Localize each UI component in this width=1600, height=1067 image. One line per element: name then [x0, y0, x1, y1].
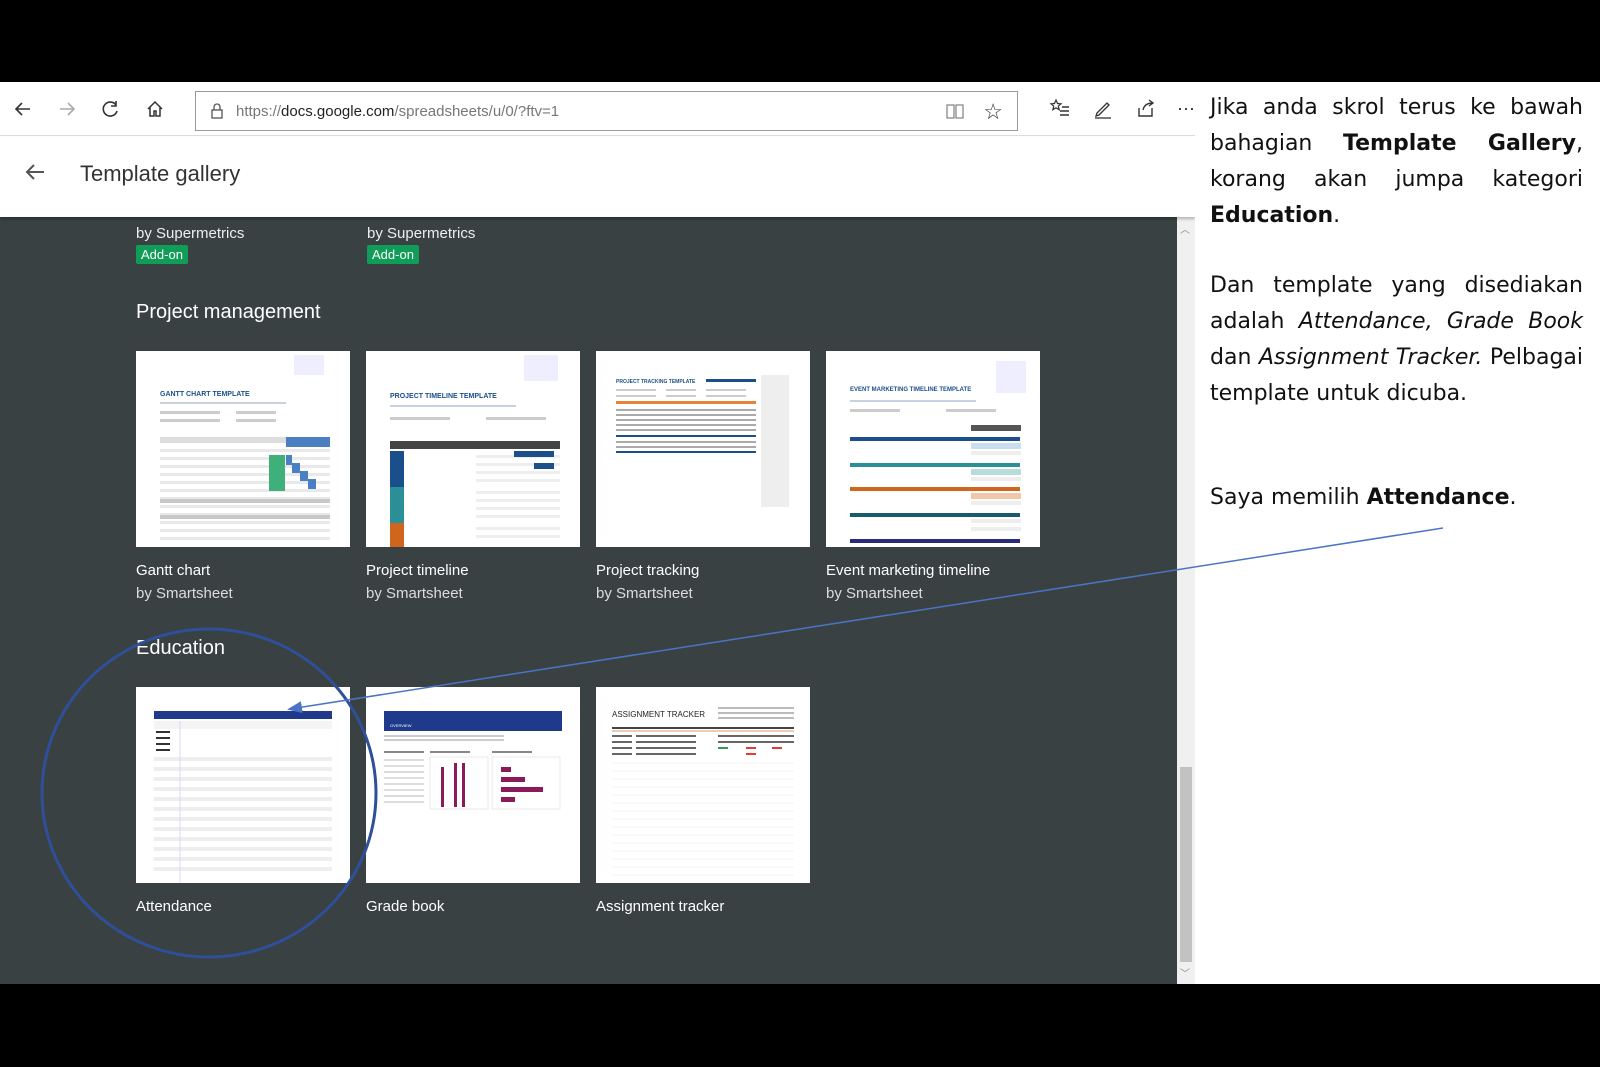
template-card-project-tracking[interactable]: PROJECT TRACKING TEMPLATE — [596, 351, 810, 547]
section-title-project-management: Project management — [136, 301, 321, 323]
explanation-panel: Jika anda skrol terus ke bawah bahagian … — [1195, 82, 1600, 984]
more-icon[interactable]: ⋯ — [1176, 94, 1195, 124]
scroll-up-icon[interactable]: ︿ — [1180, 221, 1190, 236]
event-marketing-thumbnail: EVENT MARKETING TIMELINE TEMPLATE — [850, 361, 1026, 543]
card-author: by Smartsheet — [826, 585, 923, 602]
card-author: by Smartsheet — [136, 585, 233, 602]
thumb-title: PROJECT TIMELINE TEMPLATE — [390, 393, 497, 400]
gantt-thumbnail: GANTT CHART TEMPLATE — [160, 355, 330, 540]
explanation-paragraph-3: Saya memilih Attendance. — [1210, 485, 1517, 510]
share-icon[interactable] — [1131, 94, 1161, 124]
lock-icon — [210, 102, 224, 125]
page-title: Template gallery — [80, 161, 241, 186]
card-name[interactable]: Attendance — [136, 898, 212, 915]
attendance-thumbnail — [154, 711, 332, 883]
template-card-assignment-tracker[interactable]: ASSIGNMENT TRACKER — [596, 687, 810, 883]
reading-view-icon[interactable] — [945, 101, 965, 126]
thumb-title: EVENT MARKETING TIMELINE TEMPLATE — [850, 387, 971, 393]
grade-book-thumbnail: OVERVIEW — [384, 711, 562, 810]
thumb-title: OVERVIEW — [390, 723, 412, 728]
addon-badge: Add-on — [136, 245, 188, 264]
card-name[interactable]: Project timeline — [366, 562, 469, 579]
explanation-paragraph-2: Dan template yang disediakan adalah Atte… — [1210, 273, 1583, 406]
card-author: by Smartsheet — [366, 585, 463, 602]
thumb-title: ASSIGNMENT TRACKER — [612, 710, 705, 719]
card-author: by Smartsheet — [596, 585, 693, 602]
assignment-tracker-thumbnail: ASSIGNMENT TRACKER — [612, 707, 794, 876]
refresh-icon[interactable] — [96, 94, 126, 124]
home-icon[interactable] — [140, 94, 170, 124]
template-card-project-timeline[interactable]: PROJECT TIMELINE TEMPLATE — [366, 351, 580, 547]
thumb-title: PROJECT TRACKING TEMPLATE — [616, 379, 696, 385]
card-name[interactable]: Grade book — [366, 898, 444, 915]
explanation-paragraph-1: Jika anda skrol terus ke bawah bahagian … — [1210, 95, 1583, 228]
forward-icon[interactable] — [52, 94, 82, 124]
card-name[interactable]: Gantt chart — [136, 562, 210, 579]
section-title-education: Education — [136, 637, 225, 659]
address-bar[interactable]: https://docs.google.com/spreadsheets/u/0… — [195, 91, 1018, 131]
card-name[interactable]: Project tracking — [596, 562, 699, 579]
favorites-list-icon[interactable] — [1045, 94, 1075, 124]
back-icon[interactable] — [8, 94, 38, 124]
browser-window: https://docs.google.com/spreadsheets/u/0… — [0, 82, 1195, 984]
gallery-back-icon[interactable] — [22, 159, 48, 190]
template-card-attendance[interactable] — [136, 687, 350, 883]
project-tracking-thumbnail: PROJECT TRACKING TEMPLATE — [616, 375, 789, 507]
pen-icon[interactable] — [1088, 94, 1118, 124]
gallery-scrollbar[interactable]: ︿ ﹀ — [1177, 217, 1195, 984]
card-author: by Supermetrics — [367, 225, 476, 242]
addon-badge: Add-on — [367, 245, 419, 264]
browser-toolbar: https://docs.google.com/spreadsheets/u/0… — [0, 82, 1195, 136]
card-name[interactable]: Assignment tracker — [596, 898, 724, 915]
url-text: https://docs.google.com/spreadsheets/u/0… — [236, 103, 560, 120]
scroll-down-icon[interactable]: ﹀ — [1180, 965, 1190, 980]
template-card-event-marketing-timeline[interactable]: EVENT MARKETING TIMELINE TEMPLATE — [826, 351, 1040, 547]
template-card-gantt-chart[interactable]: GANTT CHART TEMPLATE — [136, 351, 350, 547]
card-author: by Supermetrics — [136, 225, 245, 242]
gallery-content: by Supermetrics Add-on by Supermetrics A… — [0, 217, 1177, 984]
card-name[interactable]: Event marketing timeline — [826, 562, 990, 579]
scrollbar-thumb[interactable] — [1180, 767, 1192, 962]
favorite-star-icon[interactable]: ☆ — [983, 99, 1003, 125]
project-timeline-thumbnail: PROJECT TIMELINE TEMPLATE — [390, 355, 560, 547]
thumb-title: GANTT CHART TEMPLATE — [160, 391, 250, 398]
gallery-header: Template gallery — [0, 137, 1195, 217]
template-card-grade-book[interactable]: OVERVIEW — [366, 687, 580, 883]
